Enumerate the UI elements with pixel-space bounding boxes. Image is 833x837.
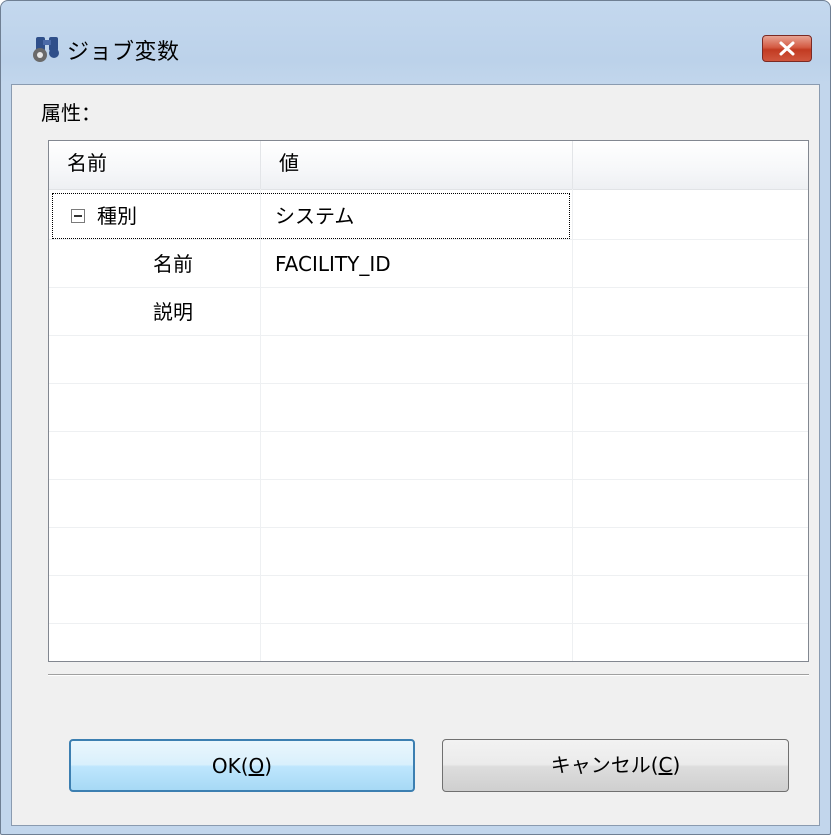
grid-line (49, 479, 808, 480)
cancel-mnemonic: C (658, 753, 673, 777)
row-name-type: 種別 (97, 204, 137, 228)
grid-line (49, 383, 808, 384)
binoculars-gear-icon (31, 35, 65, 63)
close-button[interactable] (762, 35, 812, 62)
grid-line (49, 527, 808, 528)
attributes-label: 属性： (41, 101, 101, 125)
grid-line (49, 287, 808, 288)
ok-button-close: ) (264, 754, 273, 778)
grid-line (49, 239, 808, 240)
column-header-name[interactable]: 名前 (49, 141, 260, 189)
grid-line (49, 431, 808, 432)
attribute-table[interactable]: 名前 値 種別 システム 名前 FACILITY_ID 説明 (48, 140, 809, 662)
grid-line (49, 623, 808, 624)
row-value-name[interactable]: FACILITY_ID (275, 241, 391, 287)
grid-line (260, 189, 261, 661)
cancel-button-label: キャンセル( (550, 753, 659, 777)
ok-mnemonic: O (248, 754, 265, 778)
close-icon (763, 41, 811, 65)
grid-line (572, 189, 573, 661)
separator-line (48, 674, 809, 676)
row-name-name: 名前 (153, 252, 193, 276)
window-title: ジョブ変数 (67, 40, 180, 65)
cancel-button[interactable]: キャンセル(C) (442, 739, 789, 792)
column-header-blank[interactable] (573, 141, 808, 189)
collapse-toggle-icon[interactable] (71, 209, 85, 223)
dialog-window: ジョブ変数 属性： 名前 値 種別 システム 名前 FACILITY_ID 説明… (0, 0, 831, 835)
grid-line (49, 335, 808, 336)
title-bar[interactable]: ジョブ変数 (1, 1, 830, 84)
ok-button[interactable]: OK(O) (69, 739, 415, 792)
column-header-value[interactable]: 値 (261, 141, 572, 189)
table-header: 名前 値 (49, 141, 808, 190)
row-value-type[interactable]: システム (275, 193, 354, 239)
cancel-button-close: ) (672, 753, 681, 777)
row-name-description: 説明 (153, 300, 193, 324)
ok-button-label: OK( (211, 754, 249, 778)
grid-line (49, 575, 808, 576)
